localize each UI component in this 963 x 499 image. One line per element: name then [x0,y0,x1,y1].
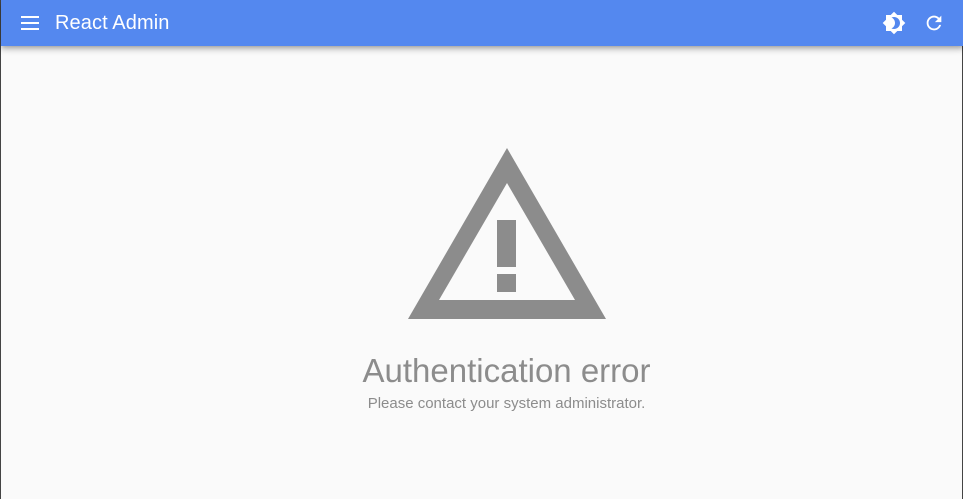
app-bar: React Admin [1,0,963,46]
hamburger-menu-icon [21,16,39,30]
menu-button[interactable] [10,3,50,43]
brightness-icon [882,11,906,35]
app-title: React Admin [55,12,170,34]
refresh-button[interactable] [914,3,954,43]
warning-triangle-icon [408,148,606,319]
refresh-icon [926,15,942,31]
theme-toggle-button[interactable] [874,3,914,43]
app-window: React Admin Authentication error Please … [0,0,963,499]
error-title: Authentication error [362,352,651,389]
error-message: Please contact your system administrator… [367,395,646,412]
